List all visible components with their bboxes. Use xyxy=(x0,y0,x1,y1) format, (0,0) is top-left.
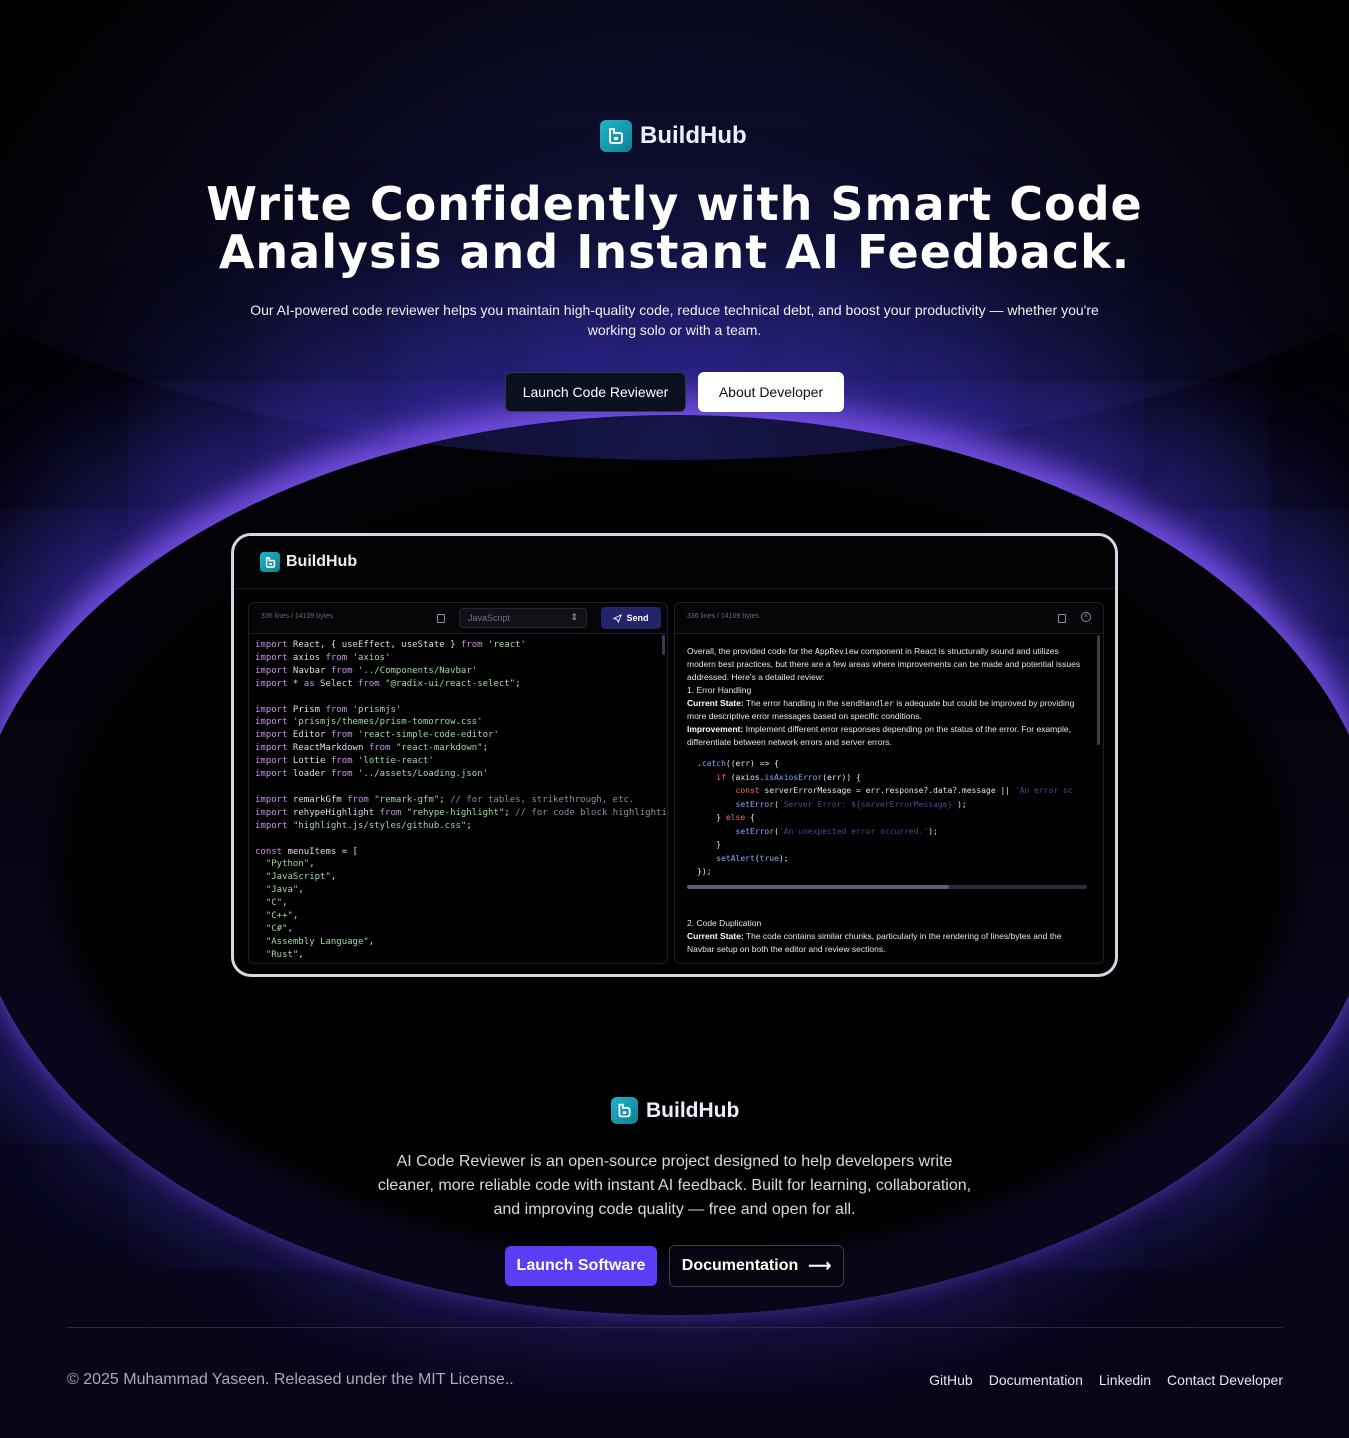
brand-name: BuildHub xyxy=(640,122,747,149)
app-preview: BuildHub 336 lines / 14109 bytes JavaScr… xyxy=(231,533,1118,977)
hero-logo[interactable]: BuildHub xyxy=(600,120,747,152)
code-editor[interactable]: import React, { useEffect, useState } fr… xyxy=(255,639,667,962)
footer-brand-name: BuildHub xyxy=(646,1098,740,1122)
hero-title: Write Confidently with Smart Code Analys… xyxy=(150,180,1199,276)
close-icon[interactable]: × xyxy=(1081,612,1091,622)
hero-title-line1: Write Confidently with Smart Code xyxy=(206,177,1143,231)
send-label: Send xyxy=(626,613,649,623)
footer-link-github[interactable]: GitHub xyxy=(929,1371,973,1389)
launch-software-button[interactable]: Launch Software xyxy=(505,1246,657,1286)
about-description: AI Code Reviewer is an open-source proje… xyxy=(377,1153,972,1218)
documentation-label: Documentation xyxy=(681,1257,799,1274)
buildhub-logo-icon xyxy=(611,1097,638,1124)
preview-navbar: BuildHub xyxy=(234,536,1115,589)
review-stats: 336 lines / 14109 bytes xyxy=(687,613,759,620)
section2-state: Current State: The code contains similar… xyxy=(687,930,1062,954)
launch-code-reviewer-button[interactable]: Launch Code Reviewer xyxy=(505,372,686,412)
arrow-right-icon: ⟶ xyxy=(808,1258,832,1275)
hero-subtitle: Our AI-powered code reviewer helps you m… xyxy=(250,302,1099,338)
editor-toolbar: 336 lines / 14109 bytes JavaScript ⇕ Sen… xyxy=(249,603,667,634)
copyright-text: © 2025 Muhammad Yaseen. Released under t… xyxy=(67,1371,514,1388)
section2-title: 2. Code Duplication xyxy=(687,917,762,928)
section1-improvement: Improvement: Implement different error r… xyxy=(687,724,1071,747)
send-icon xyxy=(613,613,623,623)
footer-divider xyxy=(67,1327,1283,1328)
footer-link-documentation[interactable]: Documentation xyxy=(989,1371,1083,1389)
footer-link-linkedin[interactable]: Linkedin xyxy=(1099,1371,1151,1389)
preview-logo[interactable]: BuildHub xyxy=(260,552,357,572)
review-intro: Overall, the provided code for the AppRe… xyxy=(687,646,1081,682)
review-toolbar: 336 lines / 14109 bytes × xyxy=(675,603,1103,634)
preview-brand-name: BuildHub xyxy=(286,553,358,570)
editor-scrollbar[interactable] xyxy=(662,635,665,655)
buildhub-logo-icon xyxy=(260,552,280,572)
documentation-button[interactable]: Documentation ⟶ xyxy=(669,1245,844,1287)
section1-title: 1. Error Handling xyxy=(687,685,752,695)
code-scrollbar[interactable] xyxy=(687,884,1087,889)
footer-link-contact[interactable]: Contact Developer xyxy=(1167,1371,1283,1389)
language-value: JavaScript xyxy=(468,613,511,623)
review-scrollbar[interactable] xyxy=(1097,635,1100,745)
section1-state: Current State: The error handling in the… xyxy=(687,698,1075,721)
review-code-snippet: .catch((err) => { if (axios.isAxiosError… xyxy=(697,759,1073,876)
hero-title-line2: Analysis and Instant AI Feedback. xyxy=(218,225,1131,279)
landing-page: BuildHub Write Confidently with Smart Co… xyxy=(0,0,1349,1438)
send-button[interactable]: Send xyxy=(601,607,661,629)
language-select[interactable]: JavaScript ⇕ xyxy=(459,608,587,628)
copy-icon[interactable] xyxy=(437,614,445,623)
code-editor-pane: 336 lines / 14109 bytes JavaScript ⇕ Sen… xyxy=(248,602,668,964)
copy-icon[interactable] xyxy=(1058,614,1066,623)
review-pane: 336 lines / 14109 bytes × Overall, the p… xyxy=(674,602,1104,964)
footer-logo[interactable]: BuildHub xyxy=(611,1097,739,1124)
chevron-updown-icon: ⇕ xyxy=(570,612,578,622)
about-developer-button[interactable]: About Developer xyxy=(698,372,844,412)
editor-stats: 336 lines / 14109 bytes xyxy=(261,613,333,620)
footer-links: GitHub Documentation Linkedin Contact De… xyxy=(929,1371,1283,1389)
buildhub-logo-icon xyxy=(600,120,632,152)
review-content: Overall, the provided code for the AppRe… xyxy=(687,645,1087,956)
